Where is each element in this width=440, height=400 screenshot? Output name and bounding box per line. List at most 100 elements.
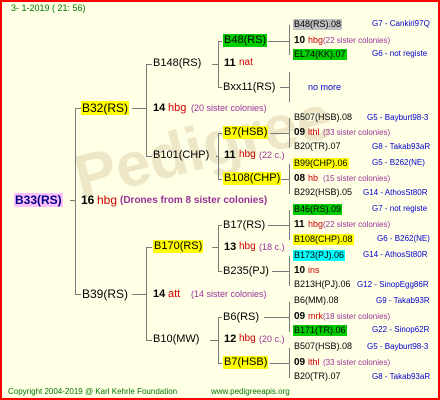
root-year: 16 bbox=[81, 193, 95, 207]
gen4-queen: B108(CHP).08 bbox=[293, 234, 354, 245]
b170-year: 13 bbox=[224, 241, 237, 253]
root-drone-note: (Drones from 8 sister colonies) bbox=[120, 195, 268, 206]
connector bbox=[146, 156, 152, 157]
connector bbox=[70, 200, 76, 201]
b108-note: (15 sister colonies) bbox=[323, 174, 391, 183]
b39-year: 14 bbox=[153, 288, 166, 300]
queen-box-b108: B108(CHP) bbox=[223, 172, 282, 185]
gen4-info: G8 - Takab93aR bbox=[372, 372, 431, 381]
queen-bxx11: Bxx11(RS) bbox=[223, 81, 276, 93]
b10-note: (20 c.) bbox=[259, 334, 285, 344]
connector bbox=[268, 41, 290, 42]
b10-year: 12 bbox=[224, 333, 237, 345]
connector bbox=[132, 108, 147, 109]
root-label: hbg bbox=[97, 193, 118, 207]
queen-box-b7-upper: B7(HSB) bbox=[223, 126, 269, 139]
connector bbox=[218, 363, 222, 364]
b48-note: (22 sister colonies) bbox=[323, 36, 391, 45]
b108-label: hb bbox=[308, 173, 319, 183]
b7-lower-label: lthl bbox=[308, 357, 320, 367]
queen-b101: B101(CHP) bbox=[153, 149, 210, 161]
connector bbox=[216, 156, 219, 157]
b39-label: att bbox=[168, 288, 181, 300]
b7-upper-label: lthl bbox=[308, 127, 320, 137]
connector bbox=[270, 363, 290, 364]
b17-year: 11 bbox=[294, 219, 305, 230]
connector bbox=[270, 133, 290, 134]
b17-note: (22 sister colonies) bbox=[323, 220, 391, 229]
gen4-queen: B507(HSB).08 bbox=[294, 112, 353, 122]
gen4-queen: EL74(KK).07 bbox=[293, 49, 347, 60]
connector bbox=[280, 87, 290, 88]
gen4-info: G9 - Takab93R bbox=[376, 296, 430, 305]
b101-note: (22 c.) bbox=[259, 150, 285, 160]
connector bbox=[75, 294, 81, 295]
gen4-queen: B171(TR).06 bbox=[293, 325, 347, 336]
gen4-info: G14 - AthosSt80R bbox=[363, 188, 428, 197]
b32-label: hbg bbox=[168, 102, 187, 114]
gen4-queen: B173(PJ).06 bbox=[293, 250, 346, 261]
connector bbox=[272, 271, 290, 272]
connector bbox=[212, 64, 219, 65]
connector bbox=[218, 179, 222, 180]
bxx11-no-more: no more bbox=[308, 82, 342, 92]
footer-site-link[interactable]: www.pedigreeapis.org bbox=[211, 388, 290, 396]
connector bbox=[218, 225, 219, 271]
gen4-info: G22 - Sinop62R bbox=[372, 325, 430, 334]
connector bbox=[218, 41, 222, 42]
queen-b10: B10(MW) bbox=[153, 333, 200, 345]
gen4-info: G7 - not registe bbox=[372, 204, 428, 213]
queen-b148: B148(RS) bbox=[153, 57, 202, 69]
b170-label: hbg bbox=[239, 241, 256, 252]
connector bbox=[218, 225, 222, 226]
b101-year: 11 bbox=[224, 149, 236, 161]
gen4-info: G6 - B262(NE) bbox=[377, 234, 430, 243]
gen4-info: G14 - AthosSt80R bbox=[363, 250, 428, 259]
queen-b6: B6(RS) bbox=[223, 311, 260, 323]
gen4-info: G5 - Bayburt98-3 bbox=[367, 113, 429, 122]
b7-upper-note: (33 sister colonies) bbox=[323, 128, 391, 137]
gen4-info: G5 - B262(NE) bbox=[372, 158, 425, 167]
b17-label: hbg bbox=[308, 219, 324, 229]
connector bbox=[218, 133, 222, 134]
b48-label: hbg bbox=[308, 35, 324, 45]
gen4-info: G7 - Cankiri97Q bbox=[372, 19, 430, 28]
connector bbox=[268, 225, 290, 226]
gen4-queen: B292(HSB).05 bbox=[294, 187, 353, 197]
queen-box-b170: B170(RS) bbox=[153, 240, 204, 253]
gen4-info: G5 - Bayburt98-3 bbox=[367, 342, 429, 351]
connector bbox=[75, 108, 76, 294]
b7-upper-year: 09 bbox=[294, 127, 306, 138]
b235-year: 10 bbox=[294, 265, 306, 276]
b170-note: (18 c.) bbox=[259, 242, 285, 252]
gen4-info: G6 - not registe bbox=[372, 49, 428, 58]
connector bbox=[146, 340, 152, 341]
queen-box-root: B33(RS) bbox=[14, 193, 63, 207]
gen4-queen: B20(TR).07 bbox=[294, 371, 341, 381]
b148-year: 11 bbox=[224, 57, 236, 69]
connector bbox=[146, 64, 147, 156]
connector bbox=[218, 271, 222, 272]
gen4-queen: B99(CHP).06 bbox=[293, 158, 349, 169]
b108-year: 08 bbox=[294, 173, 306, 184]
gen4-queen: B48(RS).08 bbox=[293, 19, 343, 30]
b6-year: 09 bbox=[294, 311, 306, 322]
footer-copyright: Copyright 2004-2019 @ Karl Kehrle Founda… bbox=[8, 387, 178, 396]
connector bbox=[264, 317, 290, 318]
queen-b17: B17(RS) bbox=[223, 219, 266, 231]
b48-year: 10 bbox=[294, 35, 306, 46]
gen4-info: G12 - SinopEgg86R bbox=[357, 280, 429, 289]
b32-year: 14 bbox=[153, 102, 166, 114]
gen4-queen: B20(TR).07 bbox=[294, 141, 341, 151]
gen4-queen: B507(HSB).08 bbox=[294, 341, 353, 351]
queen-b39: B39(RS) bbox=[82, 287, 129, 301]
connector bbox=[212, 247, 219, 248]
b101-label: hbg bbox=[239, 149, 256, 160]
pedigree-diagram: Pedigree 3- 1-2019 ( 21: 56) B33(RS) 16 … bbox=[0, 0, 440, 400]
connector bbox=[210, 340, 219, 341]
queen-box-b48: B48(RS) bbox=[223, 34, 268, 47]
connector bbox=[218, 317, 222, 318]
gen4-info: G8 - Takab93aR bbox=[372, 142, 431, 151]
connector bbox=[146, 64, 152, 65]
connector bbox=[146, 247, 152, 248]
